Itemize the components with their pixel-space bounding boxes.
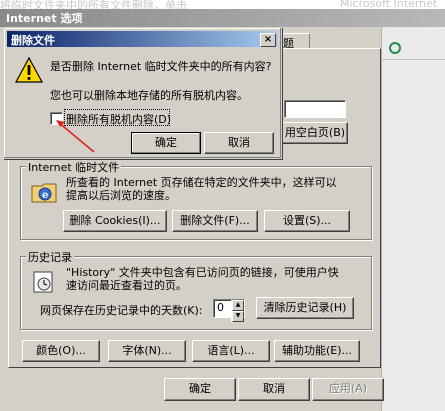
history-description-2: 速访问最近查看过的页。 <box>66 279 187 292</box>
delete-question: 是否删除 Internet 临时文件夹中的所有内容? <box>50 60 272 73</box>
colors-button[interactable]: 颜色(O)... <box>22 340 100 362</box>
history-legend: 历史记录 <box>26 249 74 265</box>
history-icon <box>33 271 53 293</box>
delete-offline-info: 您也可以删除本地存储的所有脱机内容。 <box>50 89 248 102</box>
delete-files-title: 删除文件 <box>11 34 55 47</box>
history-days-label: 网页保存在历史记录中的天数(K): <box>40 304 203 317</box>
fonts-button[interactable]: 字体(N)... <box>108 340 186 362</box>
options-apply-button: 应用(A) <box>312 378 384 401</box>
history-days-input[interactable]: 0 ▲ ▼ <box>213 299 245 322</box>
accessibility-button[interactable]: 辅助功能(E)... <box>274 340 360 362</box>
delete-cancel-button[interactable]: 取消 <box>204 132 274 154</box>
history-days-value: 0 <box>217 301 224 314</box>
spin-down-icon[interactable]: ▼ <box>232 311 244 322</box>
refresh-icon <box>389 42 401 54</box>
warning-icon <box>14 56 44 83</box>
close-icon[interactable]: × <box>260 33 276 47</box>
internet-options-titlebar: Internet 选项 <box>0 9 445 27</box>
options-ok-button[interactable]: 确定 <box>164 378 236 401</box>
spin-up-icon[interactable]: ▲ <box>232 300 244 311</box>
svg-text:e: e <box>42 190 48 201</box>
clear-history-button[interactable]: 清除历史记录(H) <box>256 297 354 319</box>
use-blank-button[interactable]: 用空白页(B) <box>282 122 348 144</box>
temp-files-legend: Internet 临时文件 <box>26 159 122 175</box>
annotation-arrow-icon <box>56 120 95 153</box>
delete-files-titlebar: 删除文件 × <box>7 31 278 47</box>
home-address-input[interactable] <box>284 100 346 118</box>
delete-files-button[interactable]: 删除文件(F)... <box>172 210 258 232</box>
background-divider <box>382 59 445 60</box>
background-browser-strip <box>381 27 445 411</box>
delete-files-dialog: 删除文件 × 是否删除 Internet 临时文件夹中的所有内容? 您也可以删除… <box>3 27 282 159</box>
history-days-spinner[interactable]: ▲ ▼ <box>231 300 244 322</box>
delete-cookies-button[interactable]: 删除 Cookies(I)... <box>63 210 167 232</box>
internet-options-title: Internet 选项 <box>6 12 83 25</box>
options-cancel-button[interactable]: 取消 <box>238 378 310 401</box>
languages-button[interactable]: 语言(L)... <box>192 340 270 362</box>
delete-ok-button[interactable]: 确定 <box>131 132 201 154</box>
settings-button[interactable]: 设置(S)... <box>264 210 350 232</box>
temp-files-description-2: 提高以后浏览的速度。 <box>66 189 176 202</box>
ie-folder-icon: e <box>31 183 57 203</box>
